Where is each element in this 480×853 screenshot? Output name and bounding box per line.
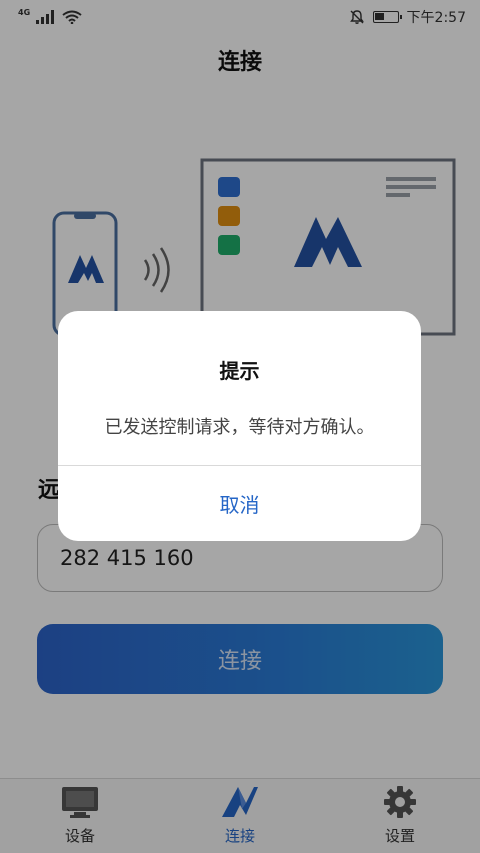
cancel-button[interactable]: 取消 [58, 466, 421, 541]
dialog-title: 提示 [219, 359, 260, 383]
dialog-message: 已发送控制请求，等待对方确认。 [104, 417, 375, 438]
prompt-dialog: 提示 已发送控制请求，等待对方确认。 取消 [58, 311, 421, 541]
